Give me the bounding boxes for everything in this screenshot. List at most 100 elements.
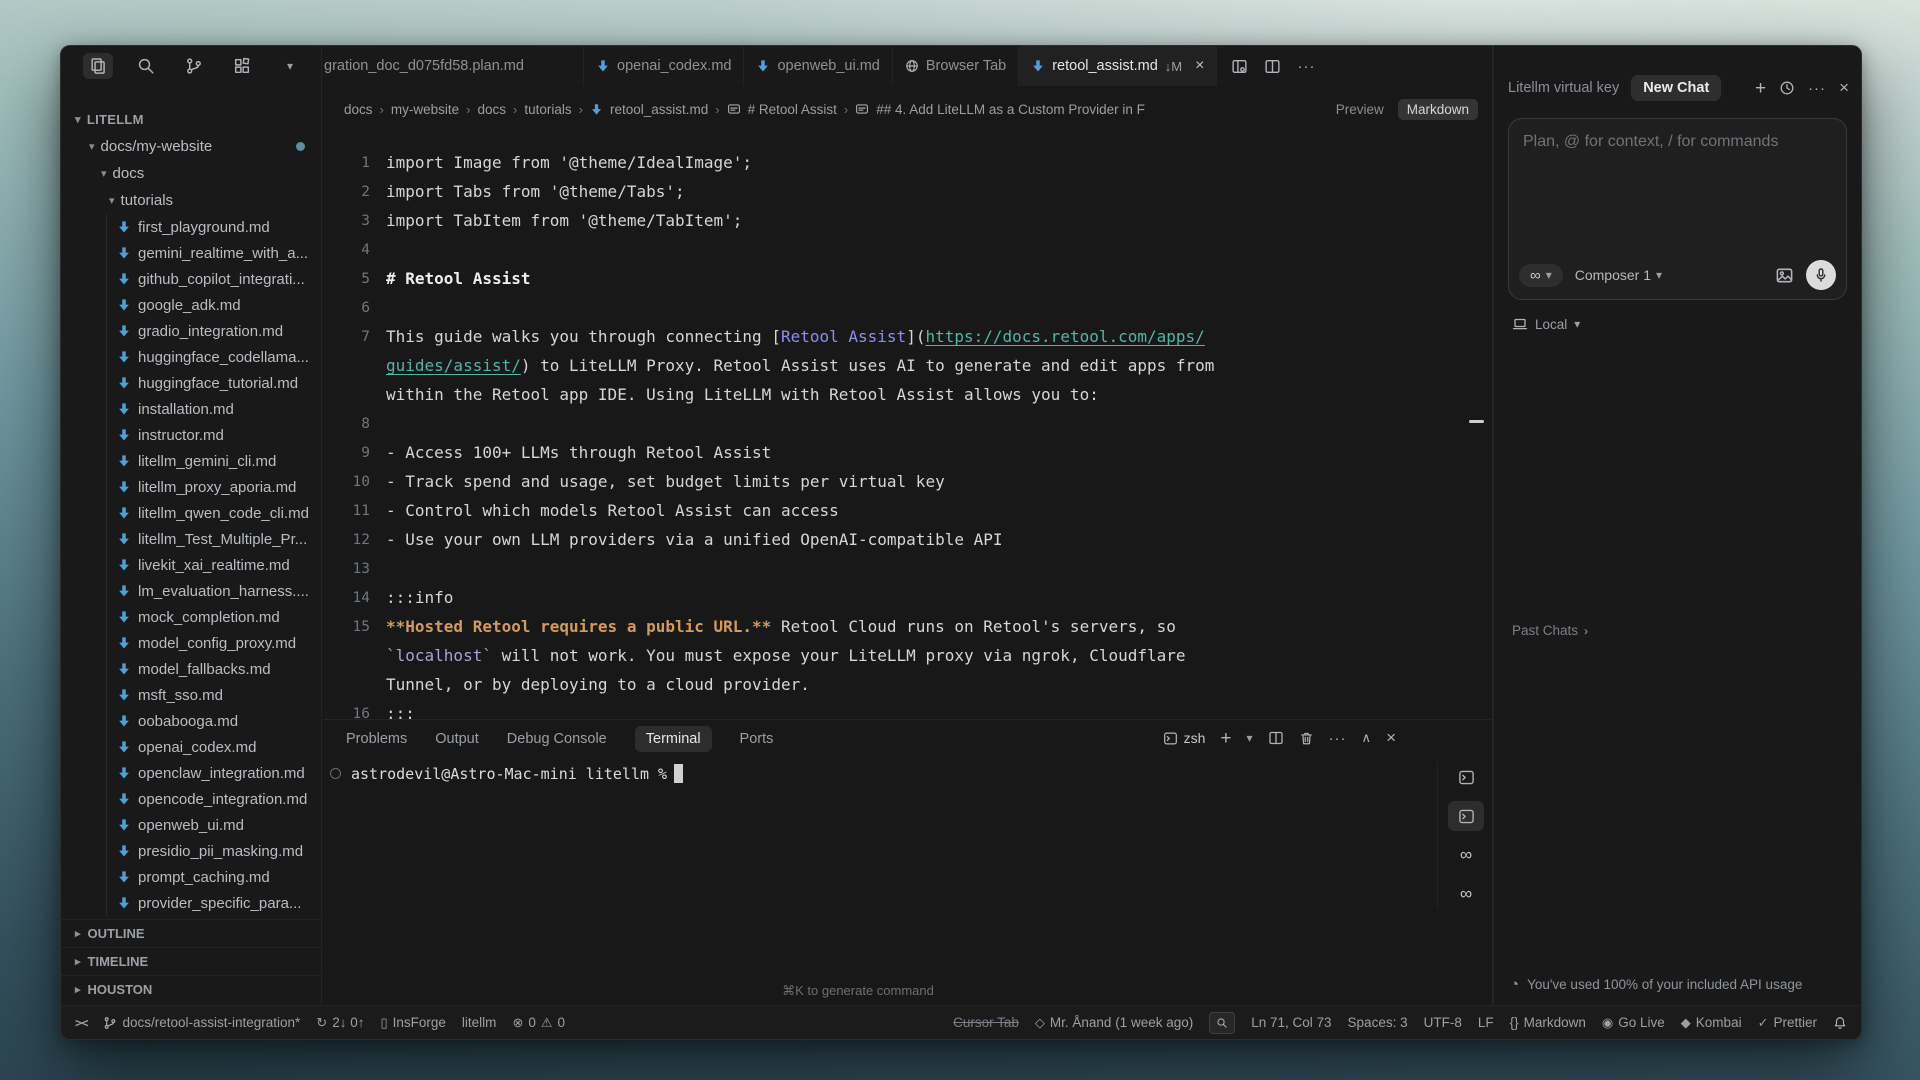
image-attach-icon[interactable] — [1775, 266, 1794, 285]
tab-openweb-ui-md[interactable]: openweb_ui.md — [744, 46, 892, 86]
chevron-down-icon[interactable]: ▾ — [1247, 731, 1253, 745]
chat-close-icon[interactable]: × — [1839, 78, 1849, 98]
indentation-status[interactable]: Spaces: 3 — [1348, 1015, 1408, 1030]
breadcrumb-segment[interactable]: retool_assist.md — [610, 102, 708, 117]
file-list-item[interactable]: installation.md — [61, 396, 321, 422]
file-list-item[interactable]: google_adk.md — [61, 292, 321, 318]
insforge-extension[interactable]: ▯ InsForge — [380, 1015, 445, 1031]
tab-plan-md[interactable]: gration_doc_d075fd58.plan.md — [322, 46, 584, 86]
file-list-item[interactable]: litellm_proxy_aporia.md — [61, 474, 321, 500]
file-list-item[interactable]: model_fallbacks.md — [61, 656, 321, 682]
file-list-item[interactable]: livekit_xai_realtime.md — [61, 552, 321, 578]
breadcrumb-segment[interactable]: my-website — [391, 102, 459, 117]
git-branch-status[interactable]: docs/retool-assist-integration* — [103, 1015, 300, 1030]
file-list-item[interactable]: instructor.md — [61, 422, 321, 448]
new-chat-tab[interactable]: New Chat — [1631, 75, 1721, 101]
explorer-button[interactable] — [83, 53, 113, 79]
source-control-button[interactable] — [179, 53, 209, 79]
file-list-item[interactable]: msft_sso.md — [61, 682, 321, 708]
breadcrumb-segment[interactable]: docs — [344, 102, 373, 117]
markdown-link-url[interactable]: https://docs.retool.com/apps/ — [925, 327, 1204, 346]
file-list-item[interactable]: huggingface_codellama... — [61, 344, 321, 370]
file-list-item[interactable]: first_playground.md — [61, 214, 321, 240]
git-sync-status[interactable]: ↻ 2↓ 0↑ — [316, 1015, 364, 1031]
more-views-button[interactable]: ▾ — [275, 53, 305, 79]
markdown-mode-badge[interactable]: Markdown — [1398, 99, 1478, 120]
workspace-status[interactable]: litellm — [462, 1015, 497, 1030]
file-list-item[interactable]: lm_evaluation_harness.... — [61, 578, 321, 604]
breadcrumb-segment[interactable]: ## 4. Add LiteLLM as a Custom Provider i… — [876, 102, 1145, 117]
file-list-item[interactable]: huggingface_tutorial.md — [61, 370, 321, 396]
tab-problems[interactable]: Problems — [346, 731, 407, 747]
file-list-item[interactable]: model_config_proxy.md — [61, 630, 321, 656]
tab-browser-tab[interactable]: Browser Tab — [893, 46, 1019, 86]
file-list-item[interactable]: openclaw_integration.md — [61, 760, 321, 786]
eol-status[interactable]: LF — [1478, 1015, 1494, 1030]
folder-docs[interactable]: ▾ docs — [61, 160, 321, 187]
file-list-item[interactable]: github_copilot_integrati... — [61, 266, 321, 292]
chat-input[interactable] — [1521, 131, 1838, 259]
section-houston[interactable]: ▸ HOUSTON — [61, 975, 321, 1003]
notifications-bell-icon[interactable] — [1833, 1016, 1847, 1030]
workspace-root[interactable]: ▾ LITELLM — [61, 106, 321, 133]
editor-scrollbar-handle[interactable] — [1469, 420, 1484, 423]
tab-debug-console[interactable]: Debug Console — [507, 731, 607, 747]
file-list-item[interactable]: mock_completion.md — [61, 604, 321, 630]
breadcrumb-segment[interactable]: tutorials — [524, 102, 571, 117]
task-infinity-icon[interactable]: ∞ — [1448, 879, 1484, 909]
encoding-status[interactable]: UTF-8 — [1424, 1015, 1462, 1030]
remote-indicator-icon[interactable]: >< — [75, 1016, 87, 1030]
markdown-link-url[interactable]: guides/assist/ — [386, 356, 521, 375]
close-panel-icon[interactable]: × — [1386, 728, 1396, 748]
split-editor-icon[interactable] — [1264, 58, 1281, 75]
terminal-more-icon[interactable]: ··· — [1329, 730, 1347, 747]
breadcrumb-segment[interactable]: # Retool Assist — [748, 102, 837, 117]
task-infinity-icon[interactable]: ∞ — [1448, 840, 1484, 870]
maximize-panel-icon[interactable]: ∧ — [1362, 730, 1372, 746]
tab-output[interactable]: Output — [435, 731, 479, 747]
file-list-item[interactable]: prompt_caching.md — [61, 864, 321, 890]
file-list-item[interactable]: gemini_realtime_with_a... — [61, 240, 321, 266]
file-list-item[interactable]: opencode_integration.md — [61, 786, 321, 812]
cursor-tab-status[interactable]: Cursor Tab — [953, 1015, 1019, 1030]
tab-close-icon[interactable]: × — [1195, 57, 1204, 75]
kombai-status[interactable]: ◆ Kombai — [1681, 1015, 1742, 1031]
folder-docs-my-website[interactable]: ▾ docs/my-website — [61, 133, 321, 160]
search-toggle-button[interactable] — [1209, 1012, 1235, 1034]
model-selector[interactable]: Composer 1 ▾ — [1575, 267, 1662, 283]
file-list-item[interactable]: litellm_gemini_cli.md — [61, 448, 321, 474]
file-list-item[interactable]: openai_codex.md — [61, 734, 321, 760]
open-changes-icon[interactable] — [1231, 58, 1248, 75]
preview-button[interactable]: Preview — [1336, 102, 1384, 117]
language-mode-status[interactable]: {} Markdown — [1510, 1015, 1586, 1030]
kill-terminal-icon[interactable] — [1299, 731, 1314, 746]
file-list-item[interactable]: provider_specific_para... — [61, 890, 321, 916]
chat-more-icon[interactable]: ··· — [1808, 80, 1826, 97]
section-outline[interactable]: ▸ OUTLINE — [61, 919, 321, 947]
file-list-item[interactable]: openweb_ui.md — [61, 812, 321, 838]
extensions-button[interactable] — [227, 53, 257, 79]
file-list-item[interactable]: litellm_Test_Multiple_Pr... — [61, 526, 321, 552]
environment-selector[interactable]: Local ▾ — [1512, 316, 1580, 332]
chat-tab-previous[interactable]: Litellm virtual key — [1508, 80, 1619, 96]
terminal-instance-icon[interactable] — [1448, 762, 1484, 792]
folder-tutorials[interactable]: ▾ tutorials — [61, 187, 321, 214]
tab-retool-assist-md[interactable]: retool_assist.md ↓M × — [1019, 46, 1217, 86]
git-blame-status[interactable]: ◇ Mr. Ånand (1 week ago) — [1035, 1015, 1193, 1031]
file-list-item[interactable]: litellm_qwen_code_cli.md — [61, 500, 321, 526]
tab-terminal[interactable]: Terminal — [635, 726, 712, 752]
split-terminal-icon[interactable] — [1268, 730, 1284, 746]
file-list-item[interactable]: presidio_pii_masking.md — [61, 838, 321, 864]
tab-ports[interactable]: Ports — [740, 731, 774, 747]
editor-content[interactable]: 1import Image from '@theme/IdealImage'; … — [322, 126, 1492, 719]
file-list-item[interactable]: oobabooga.md — [61, 708, 321, 734]
section-timeline[interactable]: ▸ TIMELINE — [61, 947, 321, 975]
past-chats-section[interactable]: Past Chats › — [1512, 623, 1588, 638]
breadcrumb-segment[interactable]: docs — [477, 102, 506, 117]
voice-input-button[interactable] — [1806, 260, 1836, 290]
file-list-item[interactable]: gradio_integration.md — [61, 318, 321, 344]
search-button[interactable] — [131, 53, 161, 79]
go-live-status[interactable]: ◉ Go Live — [1602, 1015, 1665, 1031]
history-clock-icon[interactable] — [1779, 80, 1795, 96]
new-terminal-button[interactable]: + — [1220, 729, 1231, 748]
